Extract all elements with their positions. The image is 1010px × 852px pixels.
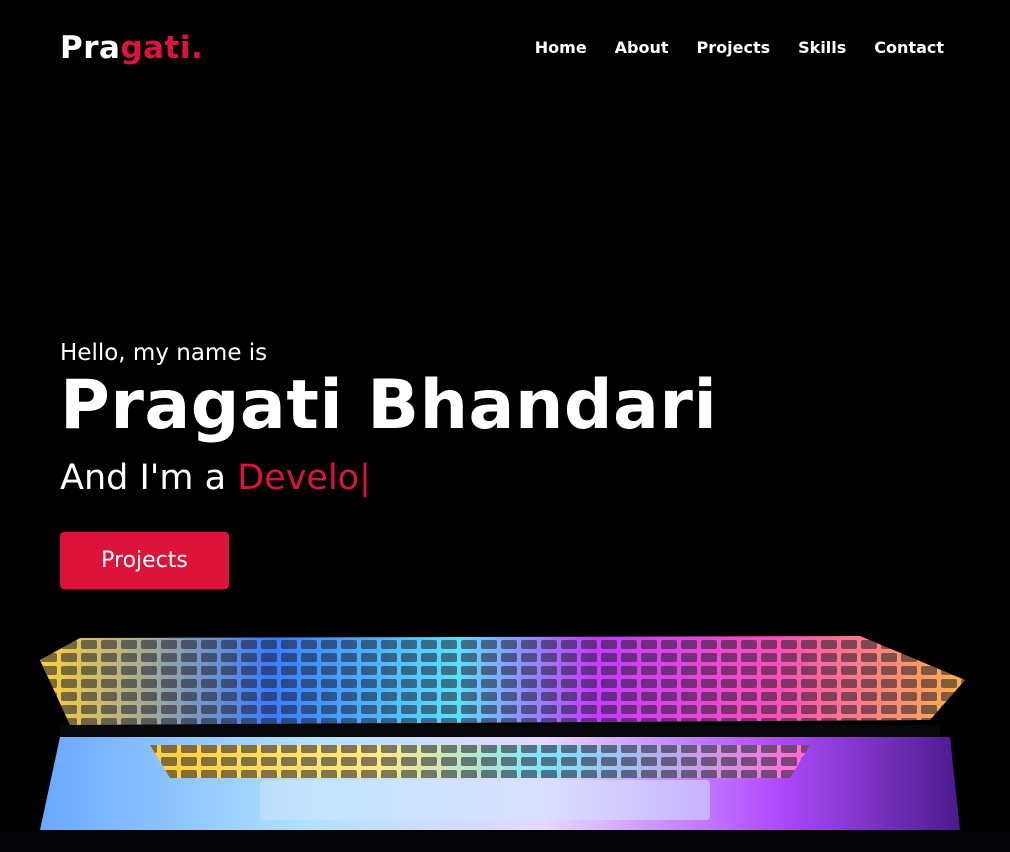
nav-projects[interactable]: Projects	[697, 38, 771, 57]
nav-about[interactable]: About	[615, 38, 669, 57]
hero-text: Hello, my name is Pragati Bhandari And I…	[60, 340, 717, 498]
logo-accent: gati.	[120, 30, 204, 66]
logo[interactable]: Pragati.	[60, 30, 203, 66]
navbar: Pragati. Home About Projects Skills Cont…	[0, 0, 1010, 100]
role-prefix: And I'm a	[60, 458, 238, 498]
projects-button[interactable]: Projects	[60, 532, 229, 589]
logo-main: Pra	[60, 30, 121, 66]
hero-greeting: Hello, my name is	[60, 340, 268, 366]
nav-skills[interactable]: Skills	[798, 38, 846, 57]
role-typed: Develo	[237, 458, 360, 498]
hero-name: Pragati Bhandari	[60, 366, 718, 445]
hero-role: And I'm a Develo|	[60, 458, 717, 498]
typing-cursor: |	[359, 458, 371, 498]
nav-home[interactable]: Home	[535, 38, 587, 57]
nav-contact[interactable]: Contact	[874, 38, 944, 57]
laptop-background-image	[0, 636, 1010, 852]
nav-menu: Home About Projects Skills Contact	[535, 38, 944, 57]
